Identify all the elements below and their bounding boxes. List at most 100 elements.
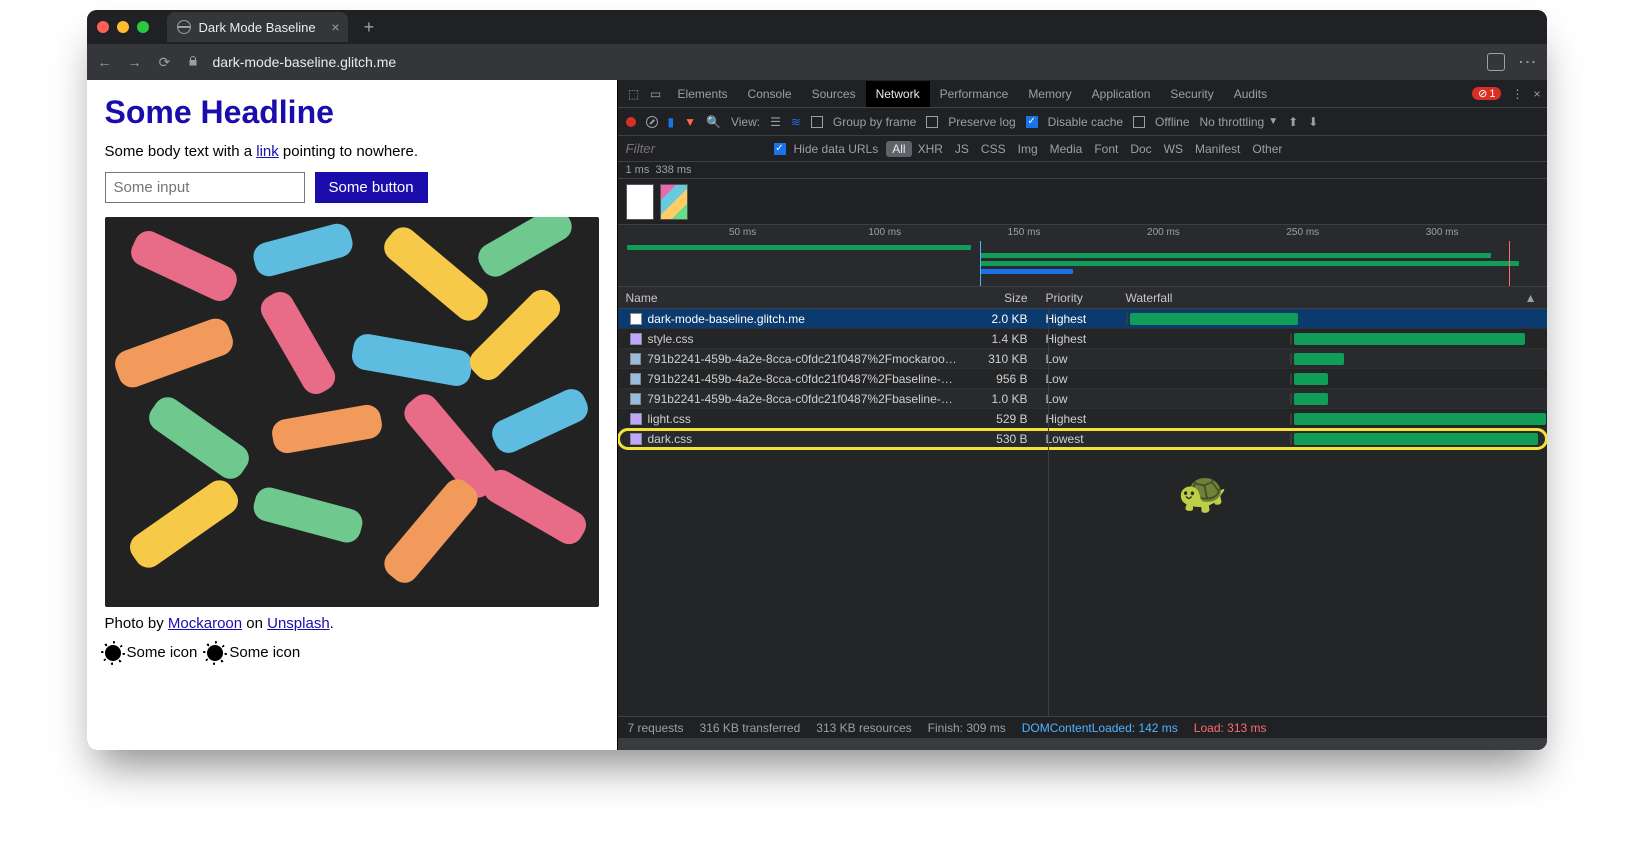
devtools-tab-audits[interactable]: Audits — [1224, 81, 1277, 107]
filter-type-font[interactable]: Font — [1088, 141, 1124, 157]
throttling-select[interactable]: No throttling▼ — [1200, 115, 1279, 129]
hide-data-urls-checkbox[interactable]: ✓ — [774, 143, 786, 155]
table-row[interactable]: 791b2241-459b-4a2e-8cca-c0fdc21f0487%2Fm… — [618, 349, 1547, 369]
filter-type-xhr[interactable]: XHR — [912, 141, 949, 157]
search-icon[interactable]: 🔍 — [706, 115, 721, 129]
browser-menu-icon[interactable]: ⋮ — [1519, 53, 1537, 71]
filmstrip[interactable] — [618, 179, 1547, 225]
devtools-menu-icon[interactable]: ⋮ — [1511, 87, 1523, 101]
table-row[interactable]: light.css529 BHighest — [618, 409, 1547, 429]
filter-input[interactable] — [626, 141, 766, 156]
text-input[interactable] — [105, 172, 305, 203]
table-header[interactable]: Name Size Priority Waterfall▲ — [618, 287, 1547, 309]
preserve-log-checkbox[interactable] — [926, 116, 938, 128]
status-dom: DOMContentLoaded: 142 ms — [1022, 721, 1178, 735]
clear-button[interactable] — [646, 116, 658, 128]
row-size: 310 KB — [958, 352, 1038, 366]
network-toolbar: ▮ ▼ 🔍 View: ☰ ≋ Group by frame Preserve … — [618, 108, 1547, 136]
table-row[interactable]: style.css1.4 KBHighest — [618, 329, 1547, 349]
new-tab-button[interactable]: + — [356, 17, 383, 38]
filter-toggle-icon[interactable]: ▼ — [684, 115, 696, 129]
row-name: 791b2241-459b-4a2e-8cca-c0fdc21f0487%2Fb… — [647, 392, 957, 406]
filter-type-all[interactable]: All — [886, 141, 911, 157]
close-tab-icon[interactable]: × — [331, 19, 339, 35]
col-waterfall[interactable]: Waterfall▲ — [1118, 291, 1547, 305]
reload-button[interactable]: ⟳ — [157, 54, 173, 71]
devtools-tab-memory[interactable]: Memory — [1018, 81, 1081, 107]
offline-checkbox[interactable] — [1133, 116, 1145, 128]
group-by-frame-checkbox[interactable] — [811, 116, 823, 128]
credit-site-link[interactable]: Unsplash — [267, 615, 330, 632]
view-large-icon[interactable]: ☰ — [770, 115, 781, 129]
devtools-tab-security[interactable]: Security — [1160, 81, 1223, 107]
row-name: dark-mode-baseline.glitch.me — [648, 312, 805, 326]
record-button[interactable] — [626, 117, 636, 127]
table-body[interactable]: 🐢 dark-mode-baseline.glitch.me2.0 KBHigh… — [618, 309, 1547, 716]
horizontal-scrollbar[interactable] — [618, 738, 1547, 750]
table-row[interactable]: dark-mode-baseline.glitch.me2.0 KBHighes… — [618, 309, 1547, 329]
network-table: Name Size Priority Waterfall▲ 🐢 dark-mod… — [618, 287, 1547, 750]
view-overview-icon[interactable]: ≋ — [791, 115, 801, 129]
row-waterfall — [1118, 313, 1547, 325]
table-row[interactable]: 791b2241-459b-4a2e-8cca-c0fdc21f0487%2Fb… — [618, 369, 1547, 389]
error-count: 1 — [1489, 88, 1495, 100]
col-name[interactable]: Name — [618, 291, 958, 305]
export-icon[interactable]: ⬇ — [1308, 115, 1318, 129]
devtools-tab-performance[interactable]: Performance — [930, 81, 1019, 107]
filmstrip-toggle-icon[interactable]: ▮ — [668, 115, 675, 129]
disable-cache-checkbox[interactable]: ✓ — [1026, 116, 1038, 128]
filter-type-manifest[interactable]: Manifest — [1189, 141, 1246, 157]
filmstrip-frame[interactable] — [660, 184, 688, 220]
table-row[interactable]: 791b2241-459b-4a2e-8cca-c0fdc21f0487%2Fb… — [618, 389, 1547, 409]
maximize-window-button[interactable] — [137, 21, 149, 33]
devtools-tab-sources[interactable]: Sources — [802, 81, 866, 107]
filter-type-doc[interactable]: Doc — [1124, 141, 1157, 157]
devtools-tab-application[interactable]: Application — [1082, 81, 1161, 107]
overview-tick: 250 ms — [1286, 227, 1319, 238]
col-waterfall-label: Waterfall — [1126, 291, 1173, 305]
filter-type-img[interactable]: Img — [1012, 141, 1044, 157]
inspect-icon[interactable]: ⬚ — [624, 87, 644, 101]
globe-icon — [177, 20, 191, 34]
hero-image — [105, 217, 599, 607]
browser-tab[interactable]: Dark Mode Baseline × — [167, 12, 348, 42]
status-resources: 313 KB resources — [816, 721, 911, 735]
filter-type-other[interactable]: Other — [1246, 141, 1288, 157]
group-by-frame-label: Group by frame — [833, 115, 916, 129]
overview-tick: 300 ms — [1426, 227, 1459, 238]
filter-type-js[interactable]: JS — [949, 141, 975, 157]
primary-button[interactable]: Some button — [315, 172, 428, 203]
overview-timeline[interactable]: 50 ms100 ms150 ms200 ms250 ms300 ms — [618, 225, 1547, 287]
row-priority: Highest — [1038, 332, 1118, 346]
row-priority: Lowest — [1038, 432, 1118, 446]
devtools-tab-network[interactable]: Network — [866, 81, 930, 107]
devtools-tab-console[interactable]: Console — [738, 81, 802, 107]
body-link[interactable]: link — [256, 143, 279, 160]
error-badge[interactable]: ⊘1 — [1472, 87, 1501, 100]
credit-author-link[interactable]: Mockaroon — [168, 615, 242, 632]
import-icon[interactable]: ⬆ — [1288, 115, 1298, 129]
device-icon[interactable]: ▭ — [646, 87, 666, 101]
minimize-window-button[interactable] — [117, 21, 129, 33]
filter-type-media[interactable]: Media — [1044, 141, 1089, 157]
url-text[interactable]: dark-mode-baseline.glitch.me — [213, 54, 397, 70]
close-window-button[interactable] — [97, 21, 109, 33]
row-priority: Low — [1038, 372, 1118, 386]
back-button[interactable]: ← — [97, 54, 113, 70]
filmstrip-frame[interactable] — [626, 184, 654, 220]
profile-icon[interactable] — [1487, 53, 1505, 71]
row-priority: Highest — [1038, 312, 1118, 326]
col-size[interactable]: Size — [958, 291, 1038, 305]
filter-type-css[interactable]: CSS — [975, 141, 1012, 157]
view-label: View: — [731, 115, 760, 129]
devtools-tab-elements[interactable]: Elements — [668, 81, 738, 107]
col-priority[interactable]: Priority — [1038, 291, 1118, 305]
devtools-close-icon[interactable]: × — [1533, 87, 1540, 101]
filter-type-ws[interactable]: WS — [1158, 141, 1189, 157]
table-row[interactable]: dark.css530 BLowest — [618, 429, 1547, 449]
forward-button[interactable]: → — [127, 54, 143, 70]
row-waterfall — [1118, 333, 1547, 345]
preserve-log-label: Preserve log — [948, 115, 1015, 129]
hide-data-urls-label: Hide data URLs — [794, 142, 879, 156]
credit-post: . — [330, 615, 334, 632]
